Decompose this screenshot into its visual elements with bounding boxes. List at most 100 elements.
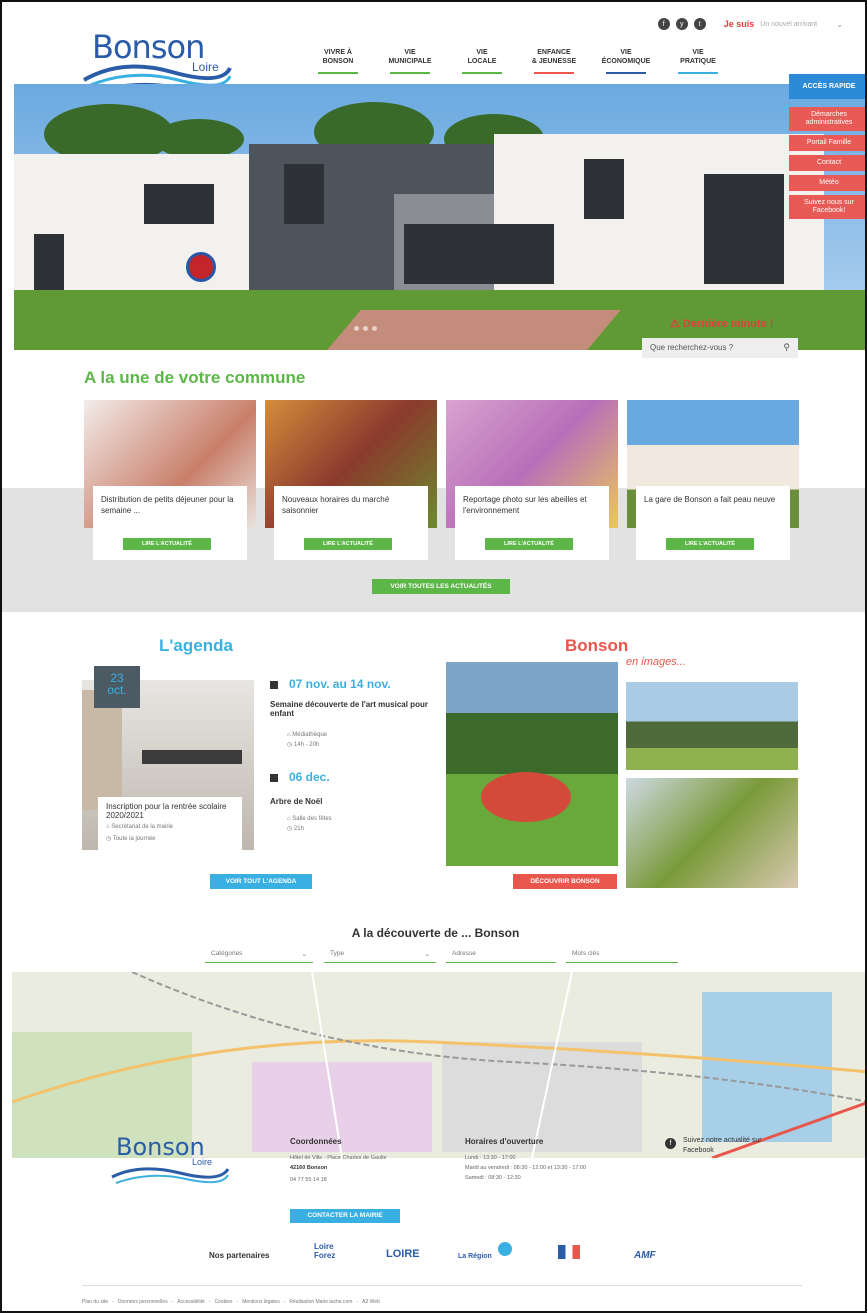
search-input[interactable]: Que recherchez-vous ? ⚲ <box>642 338 798 358</box>
read-news-button[interactable]: LIRE L'ACTUALITÉ <box>304 538 392 550</box>
nav-label: BONSON <box>322 58 354 65</box>
chevron-down-icon: ⌄ <box>424 951 430 958</box>
news-card[interactable]: Distribution de petits déjeuner pour la … <box>93 486 247 560</box>
slider-dots[interactable] <box>354 326 377 331</box>
images-subtitle: en images... <box>626 656 686 668</box>
top-bar: f y t Je suis Un nouvel arrivant ⌄ <box>657 18 843 30</box>
nav-label: VIVRE À <box>323 49 352 56</box>
all-agenda-button[interactable]: VOIR TOUT L'AGENDA <box>210 874 312 889</box>
filter-keywords[interactable]: Mots clés <box>566 947 678 963</box>
partner-loire-forez[interactable]: Loire Forez <box>314 1242 354 1260</box>
quick-access-facebook[interactable]: Suivez nous sur Facebook! <box>789 195 865 219</box>
images-title: Bonson <box>565 636 629 655</box>
nav-vivre[interactable]: VIVRE À BONSON <box>302 48 374 74</box>
nav-label: ENFANCE <box>537 49 571 56</box>
nav-label: VIE <box>620 49 632 56</box>
footer-links: Plan du site - Données personnelles - Ac… <box>82 1299 380 1305</box>
nav-underline <box>390 72 430 74</box>
discover-bonson-button[interactable]: DÉCOUVRIR BONSON <box>513 874 617 889</box>
hero-window <box>584 159 624 219</box>
gallery-image[interactable] <box>626 682 798 770</box>
footer-link-accessibility[interactable]: Accessibilité <box>177 1299 205 1305</box>
read-news-button[interactable]: LIRE L'ACTUALITÉ <box>485 538 573 550</box>
footer-link-separator: - <box>236 1299 239 1305</box>
discovery-title: A la découverte de ... Bonson <box>351 926 520 940</box>
hero-window <box>404 224 554 284</box>
read-news-button[interactable]: LIRE L'ACTUALITÉ <box>666 538 754 550</box>
jesuis-select[interactable]: Un nouvel arrivant <box>760 21 830 28</box>
footer-link-sitemap[interactable]: Plan du site <box>82 1299 108 1305</box>
nav-underline <box>318 72 358 74</box>
read-news-button[interactable]: LIRE L'ACTUALITÉ <box>123 538 211 550</box>
nav-underline <box>462 72 502 74</box>
footer-link-a2web[interactable]: A2 Web <box>362 1299 380 1305</box>
footer-link-separator: - <box>356 1299 359 1305</box>
derniere-minute[interactable]: ⚠ Dernière minute ! <box>670 317 773 330</box>
nav-underline <box>534 72 574 74</box>
bookshelf <box>82 690 122 810</box>
quick-access-demarches[interactable]: Démarches administratives <box>789 107 865 131</box>
filter-label: Catégories <box>211 950 243 957</box>
quick-access-header[interactable]: ACCÈS RAPIDE <box>789 74 865 99</box>
footer-hours-line: Lundi : 13:30 - 17:00 <box>465 1155 516 1161</box>
partner-region[interactable]: La Région <box>458 1253 492 1260</box>
partner-republique[interactable]: RF <box>558 1245 580 1259</box>
nav-jeunesse[interactable]: ENFANCE & JEUNESSE <box>518 48 590 74</box>
filter-label: Mots clés <box>572 950 600 957</box>
footer-facebook-link[interactable]: Suivez notre actualité sur Facebook <box>683 1136 783 1156</box>
nav-pratique[interactable]: VIE PRATIQUE <box>662 48 734 74</box>
quick-access-portail[interactable]: Portail Famille <box>789 135 865 151</box>
footer-city: 42160 Bonson <box>290 1165 328 1171</box>
nav-municipale[interactable]: VIE MUNICIPALE <box>374 48 446 74</box>
footer-logo[interactable]: Bonson Loire <box>110 1133 230 1193</box>
quick-access-contact[interactable]: Contact <box>789 155 865 171</box>
footer-link-cookies[interactable]: Cookies <box>214 1299 232 1305</box>
partner-loire[interactable]: LOIRE <box>386 1248 420 1260</box>
nav-locale[interactable]: VIE LOCALE <box>446 48 518 74</box>
footer-link-credits[interactable]: Réalisation Marie.tache.com <box>289 1299 352 1305</box>
nav-label: VIE <box>692 49 704 56</box>
footer-hours-line: Samedi : 08:30 - 12:30 <box>465 1175 521 1181</box>
partner-amf[interactable]: AMF <box>634 1250 656 1261</box>
hero-window <box>284 164 324 224</box>
twitter-icon[interactable]: t <box>693 18 706 30</box>
facebook-icon[interactable]: f <box>657 18 670 30</box>
nav-economique[interactable]: VIE ÉCONOMIQUE <box>590 48 662 74</box>
page: Bonson Loire f y t Je suis Un nouvel arr… <box>0 0 867 1313</box>
filter-label: Adresse <box>452 950 476 957</box>
contact-mairie-button[interactable]: CONTACTER LA MAIRIE <box>290 1209 400 1223</box>
chevron-down-icon[interactable]: ⌄ <box>836 20 843 29</box>
gallery-image[interactable] <box>446 662 618 866</box>
footer-address: Hôtel de Ville - Place Charles de Gaulle <box>290 1155 387 1161</box>
filter-address[interactable]: Adresse <box>446 947 556 963</box>
search-icon[interactable]: ⚲ <box>783 342 790 353</box>
footer-link-separator: - <box>171 1299 174 1305</box>
nav-underline <box>606 72 646 74</box>
event-title[interactable]: Arbre de Noël <box>270 797 322 806</box>
search-placeholder: Que recherchez-vous ? <box>650 343 734 352</box>
footer-hours-line: Mardi au vendredi : 08:30 - 12:00 et 13:… <box>465 1165 587 1171</box>
quick-access-meteo[interactable]: Météo <box>789 175 865 191</box>
filter-categories[interactable]: Catégories ⌄ <box>205 947 313 963</box>
hero-window <box>704 174 784 284</box>
hero-image <box>14 84 865 350</box>
filter-label: Type <box>330 950 345 957</box>
event-title[interactable]: Semaine découverte de l'art musical pour… <box>270 700 438 718</box>
facebook-icon[interactable]: f <box>665 1138 676 1149</box>
news-card[interactable]: Nouveaux horaires du marché saisonnier L… <box>274 486 428 560</box>
news-card[interactable]: Reportage photo sur les abeilles et l'en… <box>455 486 609 560</box>
footer-phone: 04 77 55 14 18 <box>290 1177 327 1183</box>
agenda-feature-card[interactable]: Inscription pour la rentrée scolaire 202… <box>98 797 242 855</box>
footer-link-separator: - <box>208 1299 211 1305</box>
news-card-title: Distribution de petits déjeuner pour la … <box>101 495 234 515</box>
news-card[interactable]: La gare de Bonson a fait peau neuve LIRE… <box>636 486 790 560</box>
discovery-map[interactable] <box>12 972 865 1158</box>
agenda-date-badge: 23 oct. <box>94 666 140 708</box>
filter-type[interactable]: Type ⌄ <box>324 947 436 963</box>
all-news-button[interactable]: VOIR TOUTES LES ACTUALITÉS <box>372 579 510 594</box>
footer-link-legal[interactable]: Mentions légales <box>242 1299 280 1305</box>
footer-link-privacy[interactable]: Données personnelles <box>118 1299 168 1305</box>
gallery-image[interactable] <box>626 778 798 888</box>
youtube-icon[interactable]: y <box>675 18 688 30</box>
nav-label: LOCALE <box>467 58 497 65</box>
